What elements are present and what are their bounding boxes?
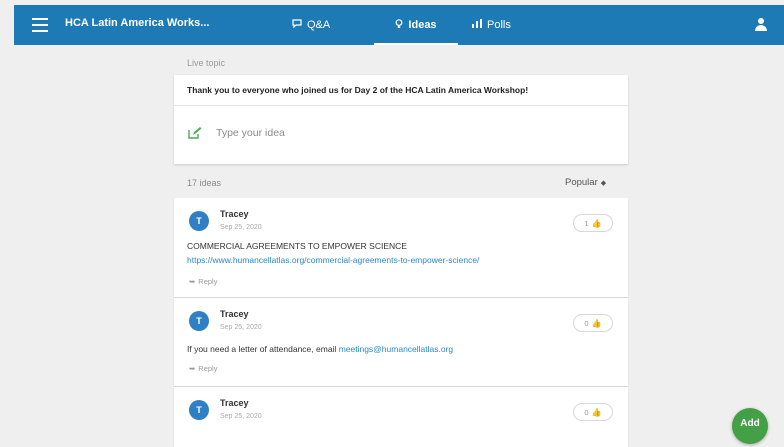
like-button[interactable]: 0 👍 (573, 403, 613, 421)
idea-text-body: If you need a letter of attendance, emai… (187, 344, 339, 354)
add-button[interactable]: Add (732, 408, 768, 444)
tab-ideas[interactable]: Ideas (374, 5, 458, 45)
top-app-bar: HCA Latin America Works... Q&A Ideas Pol… (14, 5, 784, 45)
tab-qa[interactable]: Q&A (292, 5, 330, 45)
reply-label: Reply (198, 277, 218, 286)
reply-arrow-icon: ➥ (189, 364, 196, 373)
idea-link[interactable]: https://www.humancellatlas.org/commercia… (187, 255, 479, 265)
idea-author: Tracey (220, 309, 249, 319)
idea-author: Tracey (220, 209, 249, 219)
idea-card: T Tracey Sep 25, 2020 0 👍 (174, 387, 628, 447)
idea-author: Tracey (220, 398, 249, 408)
like-button[interactable]: 0 👍 (573, 314, 613, 332)
live-topic-label: Live topic (187, 58, 226, 68)
user-profile-icon[interactable] (754, 18, 768, 32)
live-topic-text: Thank you to everyone who joined us for … (187, 85, 529, 95)
avatar: T (189, 400, 209, 420)
like-count: 1 (584, 218, 589, 228)
reply-arrow-icon: ➥ (189, 277, 196, 286)
idea-date: Sep 25, 2020 (220, 224, 262, 231)
reply-label: Reply (198, 364, 218, 373)
edit-icon (188, 127, 202, 139)
tab-ideas-label: Ideas (408, 19, 437, 31)
tab-qa-label: Q&A (307, 19, 331, 31)
like-button[interactable]: 1 👍 (573, 214, 613, 232)
sort-dropdown[interactable]: Popular ◆ (565, 177, 606, 188)
thumbs-up-icon: 👍 (591, 407, 602, 417)
thumbs-up-icon: 👍 (591, 318, 602, 328)
idea-date: Sep 25, 2020 (220, 324, 262, 331)
bar-chart-icon (472, 19, 482, 31)
idea-card: T Tracey Sep 25, 2020 0 👍 If you need a l… (174, 298, 628, 386)
idea-text: If you need a letter of attendance, emai… (187, 344, 453, 354)
tab-polls-label: Polls (487, 19, 511, 31)
hamburger-menu-icon[interactable] (32, 18, 48, 32)
sort-caret-icon: ◆ (600, 180, 607, 187)
tab-polls[interactable]: Polls (472, 5, 511, 45)
event-title[interactable]: HCA Latin America Works... (65, 17, 209, 29)
like-count: 0 (584, 407, 589, 417)
ideas-count: 17 ideas (187, 178, 222, 188)
live-topic-card: Thank you to everyone who joined us for … (174, 75, 628, 164)
like-count: 0 (584, 318, 589, 328)
idea-input-row[interactable] (188, 127, 596, 139)
lightbulb-icon (395, 18, 403, 32)
idea-text: COMMERCIAL AGREEMENTS TO EMPOWER SCIENCE (187, 241, 407, 251)
reply-button[interactable]: ➥ Reply (189, 277, 217, 286)
avatar: T (189, 311, 209, 331)
idea-date: Sep 25, 2020 (220, 413, 262, 420)
sort-label: Popular (565, 177, 598, 188)
idea-card: T Tracey Sep 25, 2020 1 👍 COMMERCIAL AGRE… (174, 198, 628, 297)
divider (174, 105, 628, 106)
chat-bubble-icon (292, 19, 302, 31)
avatar: T (189, 211, 209, 231)
reply-button[interactable]: ➥ Reply (189, 364, 217, 373)
idea-input[interactable] (216, 127, 596, 139)
thumbs-up-icon: 👍 (591, 218, 602, 228)
email-link[interactable]: meetings@humancellatlas.org (339, 344, 453, 354)
